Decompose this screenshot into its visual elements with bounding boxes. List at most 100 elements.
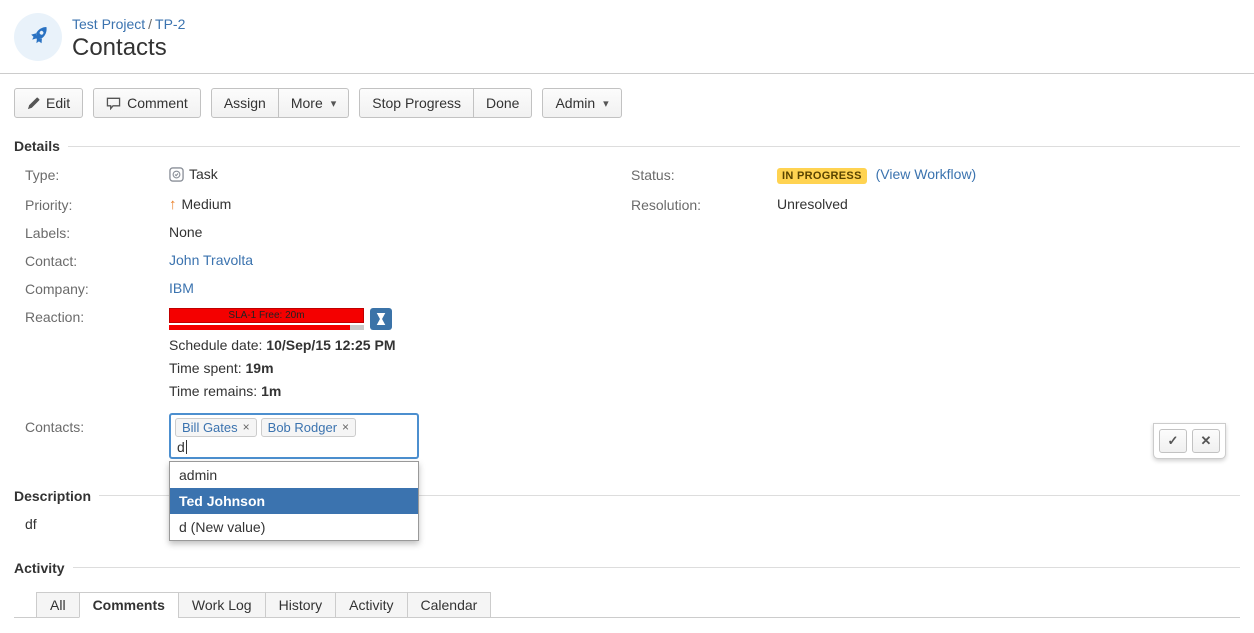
edit-button[interactable]: Edit	[14, 88, 83, 118]
breadcrumb-separator: /	[145, 16, 155, 32]
activity-heading: Activity	[14, 560, 1240, 576]
details-right-column: Status: IN PROGRESS (View Workflow) Reso…	[620, 166, 1240, 470]
tag-name: Bill Gates	[182, 420, 238, 435]
sla-bar: SLA-1 Free: 20m	[169, 308, 364, 330]
resolution-value: Unresolved	[777, 196, 1240, 213]
contact-link[interactable]: John Travolta	[169, 252, 253, 268]
chevron-down-icon: ▾	[603, 97, 609, 110]
activity-heading-label: Activity	[14, 560, 65, 576]
breadcrumb-project-link[interactable]: Test Project	[72, 16, 145, 32]
time-remains-line: Time remains: 1m	[169, 383, 620, 399]
assign-label: Assign	[224, 95, 266, 111]
breadcrumb: Test Project/TP-2	[72, 13, 185, 32]
project-avatar[interactable]	[14, 13, 62, 61]
contact-tag: Bob Rodger ×	[261, 418, 356, 437]
issue-title: Contacts	[72, 34, 185, 62]
workflow-group: Stop Progress Done	[359, 88, 532, 118]
type-value: Task	[189, 166, 218, 182]
priority-medium-icon: ↑	[169, 196, 177, 213]
admin-button[interactable]: Admin ▾	[542, 88, 621, 118]
hourglass-button[interactable]	[370, 308, 392, 330]
pencil-icon	[27, 97, 40, 110]
dropdown-option-ted-johnson[interactable]: Ted Johnson	[170, 488, 418, 514]
dropdown-option-new-value[interactable]: d (New value)	[170, 514, 418, 540]
confirm-button[interactable]: ✓	[1159, 429, 1187, 453]
comment-label: Comment	[127, 95, 188, 111]
resolution-label: Resolution:	[620, 196, 777, 213]
type-label: Type:	[14, 166, 169, 185]
contact-tag: Bill Gates ×	[175, 418, 257, 437]
company-link[interactable]: IBM	[169, 280, 194, 296]
dropdown-option-admin[interactable]: admin	[170, 462, 418, 488]
close-icon: ✕	[1201, 433, 1212, 449]
tab-history[interactable]: History	[265, 592, 337, 618]
details-heading: Details	[14, 138, 1240, 154]
assign-button[interactable]: Assign	[211, 88, 279, 118]
comment-bubble-icon	[106, 96, 121, 110]
sla-bar-text: SLA-1 Free: 20m	[169, 308, 364, 323]
inline-edit-save-panel: ✓ ✕	[1153, 423, 1226, 459]
ops-toolbar: Edit Comment Assign More ▾ Stop Progress…	[0, 74, 1254, 132]
contacts-suggestions-dropdown: admin Ted Johnson d (New value)	[169, 461, 419, 541]
stop-progress-label: Stop Progress	[372, 95, 461, 111]
tab-all[interactable]: All	[36, 592, 80, 618]
comment-button[interactable]: Comment	[93, 88, 201, 118]
status-label: Status:	[620, 166, 777, 184]
contacts-label: Contacts:	[14, 413, 169, 459]
contacts-inline-editor: Bill Gates × Bob Rodger × d	[169, 413, 419, 459]
field-reaction: Reaction: SLA-1 Free: 20m	[14, 308, 620, 399]
priority-label: Priority:	[14, 196, 169, 213]
admin-label: Admin	[555, 95, 595, 111]
text-cursor	[186, 440, 187, 454]
stop-progress-button[interactable]: Stop Progress	[359, 88, 474, 118]
tag-remove-icon[interactable]: ×	[243, 420, 250, 434]
activity-section: Activity All Comments Work Log History A…	[0, 560, 1254, 633]
field-status: Status: IN PROGRESS (View Workflow)	[620, 166, 1240, 184]
assign-more-group: Assign More ▾	[211, 88, 349, 118]
issue-header: Test Project/TP-2 Contacts	[0, 0, 1254, 74]
more-label: More	[291, 95, 323, 111]
field-priority: Priority: ↑ Medium	[14, 196, 620, 213]
check-icon: ✓	[1168, 433, 1179, 449]
labels-label: Labels:	[14, 224, 169, 241]
description-heading-label: Description	[14, 488, 91, 504]
tab-work-log[interactable]: Work Log	[178, 592, 266, 618]
done-label: Done	[486, 95, 519, 111]
contacts-input-value: d	[177, 439, 185, 455]
field-contacts: Contacts: Bill Gates × Bob Rodger	[14, 413, 620, 459]
field-type: Type: Task	[14, 166, 620, 185]
labels-value: None	[169, 224, 620, 241]
sla-progress-fill	[169, 325, 350, 330]
tab-calendar[interactable]: Calendar	[407, 592, 492, 618]
status-badge: IN PROGRESS	[777, 168, 867, 184]
edit-label: Edit	[46, 95, 70, 111]
cancel-button[interactable]: ✕	[1192, 429, 1220, 453]
contacts-text-input[interactable]: d	[175, 437, 413, 455]
contact-label: Contact:	[14, 252, 169, 269]
task-type-icon	[169, 167, 184, 182]
chevron-down-icon: ▾	[331, 97, 337, 110]
details-section: Details Type: Task Pr	[0, 138, 1254, 470]
company-label: Company:	[14, 280, 169, 297]
time-spent-line: Time spent: 19m	[169, 360, 620, 376]
details-left-column: Type: Task Priority: ↑	[14, 166, 620, 470]
field-labels: Labels: None	[14, 224, 620, 241]
details-heading-label: Details	[14, 138, 60, 154]
breadcrumb-issue-link[interactable]: TP-2	[155, 16, 185, 32]
done-button[interactable]: Done	[474, 88, 532, 118]
tab-activity[interactable]: Activity	[335, 592, 407, 618]
tag-name: Bob Rodger	[268, 420, 337, 435]
reaction-label: Reaction:	[14, 308, 169, 399]
field-contact: Contact: John Travolta	[14, 252, 620, 269]
tag-remove-icon[interactable]: ×	[342, 420, 349, 434]
priority-value: Medium	[182, 196, 232, 212]
rocket-icon	[23, 22, 53, 52]
view-workflow-link[interactable]: (View Workflow)	[876, 166, 977, 182]
hourglass-icon	[375, 312, 387, 326]
contacts-multiselect-field[interactable]: Bill Gates × Bob Rodger × d	[169, 413, 419, 459]
schedule-date-line: Schedule date: 10/Sep/15 12:25 PM	[169, 337, 620, 353]
tab-comments[interactable]: Comments	[79, 592, 179, 618]
activity-tabs: All Comments Work Log History Activity C…	[14, 592, 1240, 618]
more-button[interactable]: More ▾	[279, 88, 349, 118]
field-resolution: Resolution: Unresolved	[620, 196, 1240, 213]
